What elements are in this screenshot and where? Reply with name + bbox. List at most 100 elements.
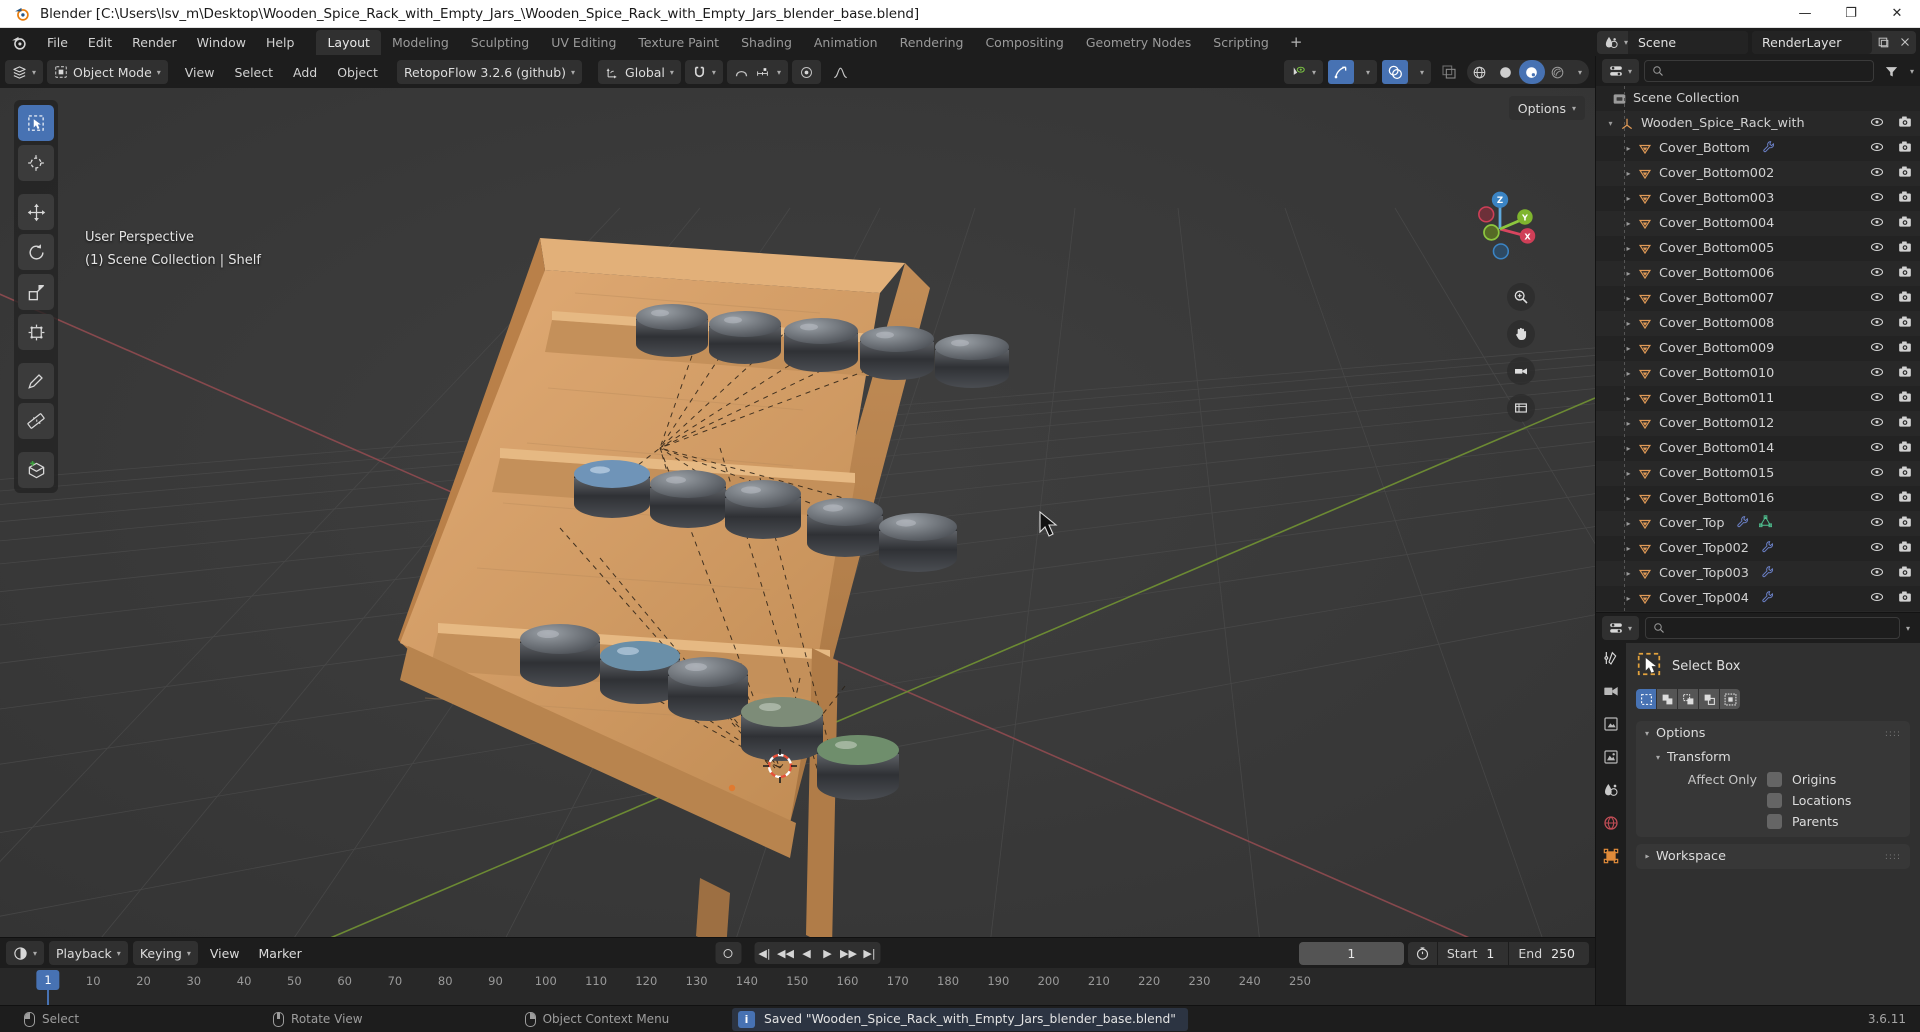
gizmo-chevron-icon[interactable]: ▾ (1359, 68, 1377, 77)
modifier-wrench-icon[interactable] (1736, 515, 1749, 532)
properties-options-chevron-icon[interactable]: ▾ (1906, 624, 1914, 633)
modifier-wrench-icon[interactable] (1761, 565, 1774, 582)
disable-in-renders-icon[interactable] (1898, 515, 1912, 533)
disable-in-renders-icon[interactable] (1898, 140, 1912, 158)
hide-in-viewport-icon[interactable] (1870, 215, 1884, 233)
disable-in-renders-icon[interactable] (1898, 190, 1912, 208)
zoom-icon[interactable] (1507, 283, 1535, 311)
modifier-wrench-icon[interactable] (1762, 140, 1775, 157)
select-mode-set[interactable] (1636, 689, 1656, 709)
viewport-menu-view[interactable]: View (176, 62, 224, 83)
shading-chevron-icon[interactable]: ▾ (1571, 68, 1589, 77)
viewport-menu-add[interactable]: Add (284, 62, 326, 83)
hide-in-viewport-icon[interactable] (1870, 140, 1884, 158)
hide-in-viewport-icon[interactable] (1870, 440, 1884, 458)
hide-in-viewport-icon[interactable] (1870, 240, 1884, 258)
timeline-editor-type-selector[interactable]: ▾ (6, 941, 45, 965)
hide-in-viewport-icon[interactable] (1870, 515, 1884, 533)
tool-move[interactable] (18, 194, 54, 230)
options-panel-grip[interactable]: :::: (1885, 729, 1901, 739)
tab-sculpting[interactable]: Sculpting (460, 30, 540, 55)
retopoflow-menu[interactable]: RetopoFlow 3.2.6 (github) ▾ (396, 60, 583, 84)
tab-rendering[interactable]: Rendering (889, 30, 975, 55)
hide-in-viewport-icon[interactable] (1870, 265, 1884, 283)
outliner-row[interactable]: ▸ Cover_Bottom014 (1596, 436, 1920, 461)
hide-in-viewport-icon[interactable] (1870, 540, 1884, 558)
outliner-search-input[interactable] (1644, 60, 1874, 82)
hide-in-viewport-icon[interactable] (1870, 415, 1884, 433)
snap-toggle[interactable]: ▾ (684, 60, 723, 84)
timeline-menu-marker[interactable]: Marker (252, 941, 309, 965)
properties-tab-tool[interactable] (1600, 648, 1622, 668)
tab-geometry-nodes[interactable]: Geometry Nodes (1075, 30, 1202, 55)
menu-window[interactable]: Window (187, 32, 256, 53)
properties-tab-object[interactable] (1600, 846, 1622, 866)
new-viewlayer-icon[interactable] (1872, 31, 1894, 54)
hide-in-viewport-icon[interactable] (1870, 365, 1884, 383)
disable-in-renders-icon[interactable] (1898, 290, 1912, 308)
outliner-row[interactable]: ▸ Cover_Bottom002 (1596, 161, 1920, 186)
blender-logo-icon[interactable] (10, 34, 27, 51)
select-mode-invert[interactable] (1699, 689, 1719, 709)
navigation-gizmo[interactable]: Z Y X (1457, 186, 1543, 272)
object-visibility-dropdown[interactable]: ▾ (1283, 60, 1323, 84)
scene-name-field[interactable]: Scene (1628, 30, 1748, 54)
filter-icon[interactable] (1879, 59, 1905, 83)
remove-viewlayer-icon[interactable] (1894, 31, 1916, 54)
select-mode-subtract[interactable] (1678, 689, 1698, 709)
hide-in-viewport-icon[interactable] (1870, 465, 1884, 483)
properties-tab-view-layer[interactable] (1600, 747, 1622, 767)
hide-in-viewport-icon[interactable] (1870, 490, 1884, 508)
outliner-row[interactable]: ▾ Wooden_Spice_Rack_with (1596, 111, 1920, 136)
3d-viewport[interactable]: User Perspective (1) Scene Collection | … (0, 88, 1595, 937)
playback-menu[interactable]: Playback ▾ (49, 941, 128, 965)
timeline-menu-view[interactable]: View (203, 941, 247, 965)
play-button[interactable]: ▶ (817, 942, 838, 964)
workspace-panel-grip[interactable]: :::: (1885, 852, 1901, 862)
disable-in-renders-icon[interactable] (1898, 390, 1912, 408)
outliner-row[interactable]: ▸ Cover_Bottom009 (1596, 336, 1920, 361)
hide-in-viewport-icon[interactable] (1870, 315, 1884, 333)
overlays-toggle[interactable] (1381, 60, 1408, 84)
menu-file[interactable]: File (37, 32, 78, 53)
hide-in-viewport-icon[interactable] (1870, 565, 1884, 583)
hide-in-viewport-icon[interactable] (1870, 165, 1884, 183)
properties-editor-type-selector[interactable]: ▾ (1602, 616, 1640, 640)
viewport-menu-select[interactable]: Select (225, 62, 282, 83)
properties-tab-output[interactable] (1600, 714, 1622, 734)
viewlayer-name-field[interactable]: RenderLayer (1752, 30, 1872, 54)
modifier-wrench-icon[interactable] (1761, 540, 1774, 557)
outliner-row[interactable]: ▸ Cover_Bottom008 (1596, 311, 1920, 336)
locations-checkbox[interactable] (1767, 793, 1782, 808)
hide-in-viewport-icon[interactable] (1870, 115, 1884, 133)
xray-toggle[interactable] (1436, 60, 1462, 84)
tab-layout[interactable]: Layout (316, 29, 381, 55)
editor-type-selector[interactable]: ▾ (5, 60, 44, 84)
select-mode-extend[interactable] (1657, 689, 1677, 709)
keying-menu[interactable]: Keying ▾ (132, 941, 198, 965)
mesh-data-icon[interactable] (1759, 515, 1773, 532)
outliner-row[interactable]: ▸ Cover_Bottom015 (1596, 461, 1920, 486)
prev-keyframe-button[interactable]: ◀◀ (775, 942, 796, 964)
next-keyframe-button[interactable]: ▶▶ (838, 942, 859, 964)
options-panel-header[interactable]: ▾ Options :::: (1636, 721, 1910, 746)
tab-modeling[interactable]: Modeling (381, 30, 460, 55)
status-report[interactable]: i Saved "Wooden_Spice_Rack_with_Empty_Ja… (732, 1007, 1188, 1031)
tab-animation[interactable]: Animation (803, 30, 889, 55)
tab-scripting[interactable]: Scripting (1202, 30, 1280, 55)
tool-transform[interactable] (18, 314, 54, 350)
falloff-curve-icon[interactable] (825, 60, 856, 84)
pan-hand-icon[interactable] (1507, 320, 1535, 348)
use-preview-range-icon[interactable] (1408, 946, 1437, 961)
disclosure-triangle-icon[interactable]: ▾ (1604, 119, 1617, 128)
select-mode-intersect[interactable] (1720, 689, 1740, 709)
hide-in-viewport-icon[interactable] (1870, 590, 1884, 608)
window-maximize-button[interactable]: ❐ (1828, 0, 1874, 28)
outliner-row[interactable]: ▸ Cover_Bottom006 (1596, 261, 1920, 286)
hide-in-viewport-icon[interactable] (1870, 390, 1884, 408)
outliner-row[interactable]: ▸ Cover_Bottom005 (1596, 236, 1920, 261)
outliner-tree[interactable]: Scene Collection ▾ Wooden_Spice_Rack_with ▸… (1596, 86, 1920, 612)
tab-texture-paint[interactable]: Texture Paint (627, 30, 730, 55)
disable-in-renders-icon[interactable] (1898, 365, 1912, 383)
viewport-options-dropdown[interactable]: Options ▾ (1508, 96, 1585, 120)
